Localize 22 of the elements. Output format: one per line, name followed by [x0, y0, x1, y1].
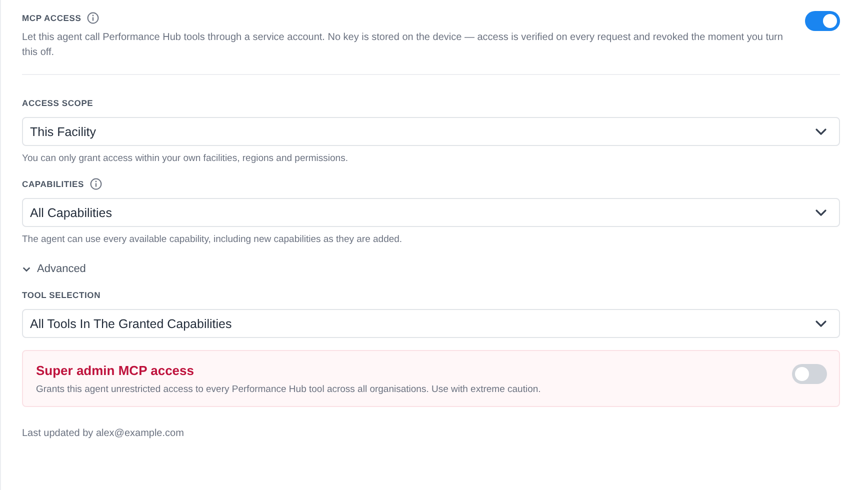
field-label: CAPABILITIES — [22, 179, 84, 189]
dropdown-field[interactable]: All Capabilities — [22, 198, 840, 227]
field-label: MCP ACCESS — [22, 13, 82, 23]
warning-title: Super admin MCP access — [36, 363, 195, 378]
last-updated-text: Last updated by alex@example.com — [22, 428, 185, 439]
advanced-toggle[interactable]: Advanced — [22, 263, 86, 275]
warning-text: Grants this agent unrestricted access to every Performance Hub tool across all organisations. Use with extreme caution. — [36, 384, 541, 395]
info-icon[interactable] — [90, 178, 102, 190]
chevron-icon — [22, 264, 31, 274]
toggle-switch[interactable] — [792, 364, 827, 384]
dropdown-field[interactable]: This Facility — [22, 117, 840, 146]
field-label: TOOL SELECTION — [22, 290, 101, 300]
chevron-down-icon — [815, 320, 827, 328]
chevron-down-icon — [815, 208, 827, 216]
info-icon[interactable] — [87, 12, 100, 24]
help-text: You can only grant access within your own facilities, regions and permissions. — [22, 153, 349, 164]
description: Let this agent call Performance Hub tools through a service account. No key is stored on the device — access is verified on every request and revoked the moment you turn this off. — [22, 31, 784, 60]
toggle-switch[interactable] — [805, 11, 840, 31]
field-label: ACCESS SCOPE — [22, 98, 94, 108]
chevron-down-icon — [815, 128, 827, 136]
dropdown-field[interactable]: All Tools In The Granted Capabilities — [22, 309, 840, 338]
help-text: The agent can use every available capability, including new capabilities as they are added. — [22, 234, 404, 245]
